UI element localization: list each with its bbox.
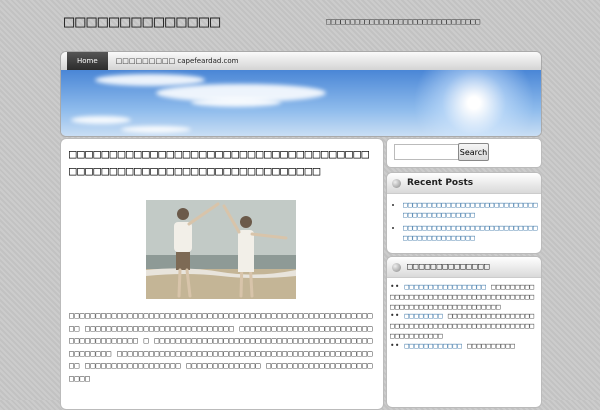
couple-beach-photo — [146, 200, 296, 299]
entry-link[interactable]: □□□□□□□□ — [404, 311, 443, 320]
nav-item-home[interactable]: Home — [67, 52, 108, 70]
nav-bar: Home □□□□□□□□□ capefeardad.com — [61, 52, 541, 70]
widget-entry: •• □□□□□□□□□□□□□□□□□ □□□□□□□□□□□□□□□□□□□… — [390, 282, 535, 311]
widget-heading: □□□□□□□□□□□□□□ — [407, 262, 490, 272]
banner-cloud — [71, 116, 131, 124]
bullet-icon — [392, 178, 401, 188]
recent-posts-list: □□□□□□□□□□□□□□□□□□□□□□□□□□□□□□□□□□□□□□□□… — [387, 200, 541, 242]
widget-entry: •• □□□□□□□□□□□□ □□□□□□□□□□ — [390, 340, 516, 350]
banner-cloud — [121, 126, 191, 133]
widget-title: Recent Posts — [387, 173, 541, 194]
search-button[interactable]: Search — [458, 143, 489, 161]
post-image — [146, 200, 296, 299]
list-item: □□□□□□□□□□□□□□□□□□□□□□□□□□□□□□□□□□□□□□□□… — [403, 223, 541, 242]
entry-text: □□□□□□□□□□ — [467, 340, 516, 350]
widget-title: □□□□□□□□□□□□□□ — [387, 257, 541, 278]
post-title[interactable]: □□□□□□□□□□□□□□□□□□□□□□□□□□□□□□□□□□□□□□□□… — [69, 145, 375, 179]
site-title[interactable]: □□□□□□□□□□□□□□ — [64, 12, 221, 32]
post-body: □□□□□□□□□□□□□□□□□□□□□□□□□□□□□□□□□□□□□□□□… — [69, 310, 373, 383]
entry-link[interactable]: □□□□□□□□□□□□□□□□□ — [404, 282, 486, 291]
recent-posts-widget: Recent Posts □□□□□□□□□□□□□□□□□□□□□□□□□□□… — [386, 172, 542, 254]
widget-entry: •• □□□□□□□□ □□□□□□□□□□□□□□□□□□□□□□□□□□□□… — [390, 311, 535, 340]
search-input[interactable] — [394, 144, 460, 160]
widget-content: •• □□□□□□□□□□□□□□□□□ □□□□□□□□□□□□□□□□□□□… — [390, 282, 538, 351]
recent-post-link[interactable]: □□□□□□□□□□□□□□□□□□□□□□□□□□□□□□□□□□□□□□□□… — [403, 223, 538, 242]
search-widget: Search — [386, 138, 542, 168]
entry-link[interactable]: □□□□□□□□□□□□ — [404, 341, 462, 350]
recent-post-link[interactable]: □□□□□□□□□□□□□□□□□□□□□□□□□□□□□□□□□□□□□□□□… — [403, 200, 538, 219]
header-banner-image — [61, 70, 541, 136]
main-content: □□□□□□□□□□□□□□□□□□□□□□□□□□□□□□□□□□□□□□□□… — [60, 138, 384, 410]
list-item: □□□□□□□□□□□□□□□□□□□□□□□□□□□□□□□□□□□□□□□□… — [403, 200, 541, 219]
banner-cloud — [191, 98, 281, 107]
bullet-icon — [392, 262, 401, 272]
site-description: □□□□□□□□□□□□□□□□□□□□□□□□□□□□□□□□ — [326, 17, 481, 26]
nav-item-page[interactable]: □□□□□□□□□ capefeardad.com — [116, 57, 239, 65]
banner-cloud — [95, 74, 205, 86]
header: Home □□□□□□□□□ capefeardad.com — [60, 51, 542, 137]
sidebar-widget: □□□□□□□□□□□□□□ •• □□□□□□□□□□□□□□□□□ □□□□… — [386, 256, 542, 408]
recent-posts-heading: Recent Posts — [407, 178, 474, 188]
